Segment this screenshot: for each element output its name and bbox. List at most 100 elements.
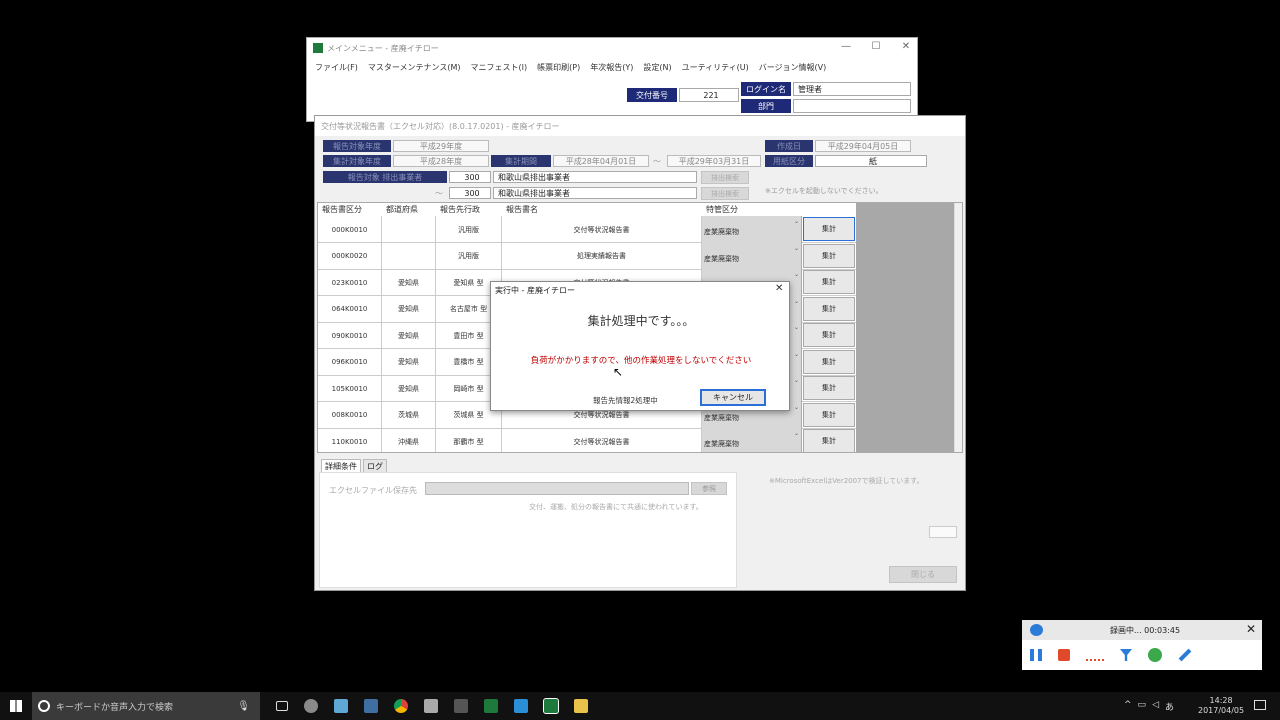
cell-code: 064K0010 bbox=[318, 295, 382, 323]
taskbar-search[interactable]: キーボードか音声入力で検索 🎙 bbox=[32, 692, 260, 720]
header-pref: 都道府県 bbox=[386, 205, 418, 214]
cell-name: 交付等状況報告書 bbox=[502, 428, 702, 452]
chevron-down-icon[interactable]: ⌄ bbox=[794, 404, 799, 411]
operator-search-button-1[interactable]: 排出検索 bbox=[701, 171, 749, 184]
app-icon-5[interactable] bbox=[454, 699, 468, 713]
clock[interactable]: 14:28 2017/04/05 bbox=[1198, 696, 1244, 716]
aggregate-button[interactable]: 集計 bbox=[803, 429, 855, 452]
tray-network-icon[interactable]: ▭ bbox=[1138, 700, 1147, 713]
main-window-titlebar[interactable]: メインメニュー - 産廃イチロー bbox=[307, 38, 917, 58]
period-from[interactable]: 平成28年04月01日 bbox=[553, 155, 649, 167]
chevron-down-icon[interactable]: ⌄ bbox=[794, 245, 799, 252]
close-button[interactable]: 閉じる bbox=[889, 566, 957, 583]
tray-volume-icon[interactable]: ◁ bbox=[1152, 700, 1159, 713]
created-date-label: 作成日 bbox=[765, 140, 813, 152]
chevron-down-icon[interactable]: ⌄ bbox=[794, 430, 799, 437]
chevron-down-icon[interactable]: ⌄ bbox=[794, 271, 799, 278]
chevron-down-icon[interactable]: ⌄ bbox=[794, 351, 799, 358]
pause-icon[interactable] bbox=[1030, 649, 1042, 661]
period-label: 集計期間 bbox=[491, 155, 551, 167]
dialog-close-icon[interactable]: ✕ bbox=[775, 283, 783, 294]
camera-icon bbox=[1030, 624, 1043, 636]
cursor-highlight-icon[interactable] bbox=[1148, 648, 1162, 662]
aggregate-button[interactable]: 集計 bbox=[803, 349, 855, 374]
funnel-icon[interactable] bbox=[1120, 649, 1132, 661]
system-tray[interactable]: ^ ▭ ◁ あ bbox=[1124, 700, 1174, 713]
search-placeholder: キーボードか音声入力で検索 bbox=[56, 702, 174, 713]
special-kind-select[interactable]: 産業廃棄物 ⌄ bbox=[702, 242, 802, 270]
menu-settings[interactable]: 設定(N) bbox=[643, 62, 671, 73]
app-icon-2[interactable] bbox=[334, 699, 348, 713]
close-icon[interactable]: ✕ bbox=[899, 41, 913, 52]
special-kind-value: 産業廃棄物 bbox=[704, 413, 739, 422]
chevron-down-icon[interactable]: ⌄ bbox=[794, 298, 799, 305]
app-icon-6[interactable] bbox=[514, 699, 528, 713]
aggregate-button[interactable]: 集計 bbox=[803, 243, 855, 268]
app-icon-3[interactable] bbox=[364, 699, 378, 713]
grid-scrollbar[interactable] bbox=[954, 203, 962, 452]
cell-pref: 沖縄県 bbox=[382, 428, 436, 452]
app-icon-4[interactable] bbox=[424, 699, 438, 713]
dialog-title[interactable]: 実行中 - 産廃イチロー bbox=[491, 282, 789, 298]
pen-icon[interactable] bbox=[1178, 648, 1192, 662]
aggregate-button[interactable]: 集計 bbox=[803, 402, 855, 427]
special-kind-select[interactable]: 産業廃棄物 ⌄ bbox=[702, 428, 802, 452]
header-gov: 報告先行政 bbox=[440, 205, 480, 214]
period-to[interactable]: 平成29年03月31日 bbox=[667, 155, 761, 167]
taskbar: キーボードか音声入力で検索 🎙 ^ ▭ ◁ あ 14:28 2017/04/05 bbox=[0, 692, 1280, 720]
issue-no-label: 交付番号 bbox=[627, 88, 677, 102]
dialog-cancel-button[interactable]: キャンセル bbox=[700, 389, 766, 406]
aggregate-button[interactable]: 集計 bbox=[803, 376, 855, 400]
paper-value[interactable]: 紙 bbox=[815, 155, 927, 167]
cell-pref: 愛知県 bbox=[382, 295, 436, 323]
task-view-icon[interactable] bbox=[276, 701, 288, 711]
windows-start-icon[interactable] bbox=[10, 700, 22, 712]
operator-to-code[interactable]: 300 bbox=[449, 187, 491, 199]
tray-chevron-icon[interactable]: ^ bbox=[1124, 700, 1132, 713]
chevron-down-icon[interactable]: ⌄ bbox=[794, 218, 799, 225]
menu-manifest[interactable]: マニフェスト(I) bbox=[471, 62, 528, 73]
operator-from-code[interactable]: 300 bbox=[449, 171, 491, 183]
operator-tilde: ～ bbox=[435, 189, 443, 198]
dots-icon[interactable] bbox=[1086, 659, 1104, 661]
notification-icon[interactable] bbox=[1254, 700, 1266, 710]
tray-ime-icon[interactable]: あ bbox=[1165, 700, 1174, 713]
minimize-icon[interactable]: — bbox=[839, 41, 853, 52]
recorder-widget: 録画中... 00:03:45 ✕ bbox=[1022, 620, 1262, 670]
table-row[interactable]: 000K0010 汎用版 交付等状況報告書 産業廃棄物 ⌄ 集計 bbox=[318, 216, 856, 243]
recorder-close-icon[interactable]: ✕ bbox=[1246, 622, 1256, 636]
menu-master[interactable]: マスターメンテナンス(M) bbox=[368, 62, 461, 73]
aggregate-button[interactable]: 集計 bbox=[803, 323, 855, 347]
report-window-title[interactable]: 交付等状況報告書（エクセル対応）(8.0.17.0201) - 産廃イチロー bbox=[315, 116, 965, 136]
operator-search-button-2[interactable]: 排出検索 bbox=[701, 187, 749, 200]
menu-version[interactable]: バージョン情報(V) bbox=[759, 62, 827, 73]
sanpai-app-icon[interactable] bbox=[543, 698, 559, 714]
target-year-value[interactable]: 平成28年度 bbox=[393, 155, 489, 167]
chevron-down-icon[interactable]: ⌄ bbox=[794, 377, 799, 384]
report-year-value[interactable]: 平成29年度 bbox=[393, 140, 489, 152]
browse-button[interactable]: 参照 bbox=[691, 482, 727, 495]
dept-value bbox=[793, 99, 911, 113]
table-row[interactable]: 110K0010 沖縄県 那覇市 型交付等状況報告書 産業廃棄物 ⌄ 集計 bbox=[318, 428, 856, 452]
menu-file[interactable]: ファイル(F) bbox=[315, 62, 358, 73]
excel-path-input[interactable] bbox=[425, 482, 689, 495]
table-row[interactable]: 000K0020 汎用版 処理実績報告書 産業廃棄物 ⌄ 集計 bbox=[318, 242, 856, 270]
stop-icon[interactable] bbox=[1058, 649, 1070, 661]
special-kind-select[interactable]: 産業廃棄物 ⌄ bbox=[702, 216, 802, 243]
microphone-icon[interactable]: 🎙 bbox=[237, 701, 250, 712]
excel-icon[interactable] bbox=[484, 699, 498, 713]
menu-utility[interactable]: ユーティリティ(U) bbox=[682, 62, 749, 73]
aggregate-button[interactable]: 集計 bbox=[803, 270, 855, 294]
created-date-value[interactable]: 平成29年04月05日 bbox=[815, 140, 911, 152]
maximize-icon[interactable]: ☐ bbox=[869, 41, 883, 52]
menu-annual[interactable]: 年次報告(Y) bbox=[590, 62, 633, 73]
explorer-icon[interactable] bbox=[574, 699, 588, 713]
chevron-down-icon[interactable]: ⌄ bbox=[794, 324, 799, 331]
app-icon-1[interactable] bbox=[304, 699, 318, 713]
aggregate-button[interactable]: 集計 bbox=[803, 296, 855, 321]
special-kind-value: 産業廃棄物 bbox=[704, 254, 739, 263]
cell-gov: 汎用版 bbox=[436, 216, 502, 243]
aggregate-button[interactable]: 集計 bbox=[803, 217, 855, 241]
menu-print[interactable]: 帳票印刷(P) bbox=[537, 62, 580, 73]
chrome-icon[interactable] bbox=[394, 699, 408, 713]
